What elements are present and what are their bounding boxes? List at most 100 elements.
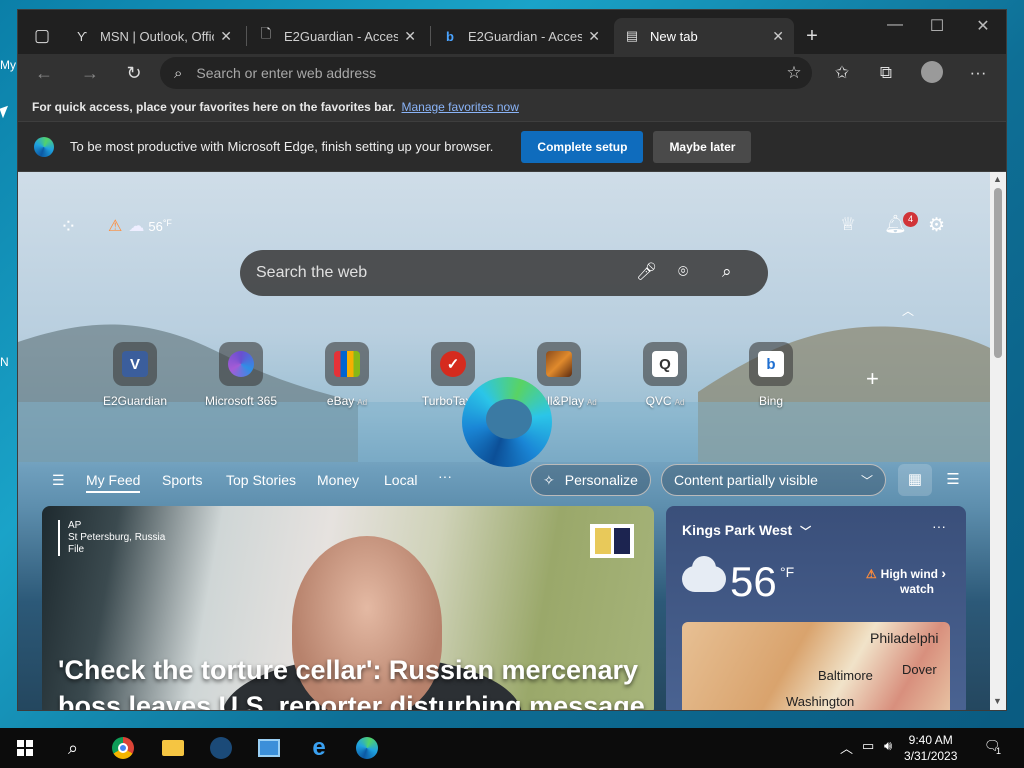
tab-actions-icon[interactable]: ▢ xyxy=(30,24,54,48)
weather-unit: °F xyxy=(780,564,795,580)
network-icon[interactable]: ▭ xyxy=(862,738,874,754)
close-icon[interactable]: ✕ xyxy=(772,28,784,45)
mouse-cursor-icon xyxy=(0,105,12,119)
address-bar[interactable]: ⌕ Search or enter web address xyxy=(160,57,812,89)
complete-setup-button[interactable]: Complete setup xyxy=(521,130,644,163)
scrollbar-thumb[interactable] xyxy=(994,188,1002,358)
chevron-down-icon: ﹀ xyxy=(860,473,873,488)
file-explorer-icon[interactable] xyxy=(158,734,188,762)
e2guardian-icon: V xyxy=(122,351,148,377)
bing-icon: b xyxy=(758,351,784,377)
settings-gear-icon[interactable]: ⚙ xyxy=(928,214,945,237)
collapse-chevron-icon[interactable]: ︿ xyxy=(902,302,914,319)
tile-microsoft-365[interactable]: Microsoft 365 xyxy=(196,342,286,408)
navigation-toolbar: ← → ↻ ⌕ Search or enter web address ☆ ✩ … xyxy=(18,54,1006,92)
close-window-icon[interactable]: ✕ xyxy=(960,16,1006,36)
tile-ebay[interactable]: eBay Ad xyxy=(302,342,392,408)
microphone-icon[interactable]: 🎤︎ xyxy=(636,262,658,282)
back-icon[interactable]: ← xyxy=(32,61,56,85)
weather-more-icon[interactable]: ··· xyxy=(932,518,946,534)
desktop-icon-label[interactable]: My xyxy=(0,58,18,72)
wind-alert-icon: ⚠ xyxy=(108,218,123,235)
weather-alert[interactable]: ⚠ High wind › watch xyxy=(866,566,946,597)
ebay-icon xyxy=(334,351,360,377)
tab-money[interactable]: Money xyxy=(317,472,359,488)
grid-view-icon[interactable]: ▦ xyxy=(898,464,932,496)
add-favorite-icon[interactable]: ☆ xyxy=(782,61,806,85)
edge-taskbar-icon[interactable] xyxy=(352,734,382,762)
tab-strip: ▢ ϒ MSN | Outlook, Office ✕ 🗋 E2Guardian… xyxy=(18,10,1006,54)
notification-count: 1 xyxy=(996,746,1002,756)
collections-icon[interactable]: ⧉ xyxy=(874,61,898,85)
apps-grid-icon[interactable]: ⁘ xyxy=(60,214,77,239)
tile-e2guardian[interactable]: V E2Guardian xyxy=(90,342,180,408)
control-panel-icon[interactable] xyxy=(254,734,284,762)
visual-search-icon[interactable]: ⌾ xyxy=(678,262,688,282)
list-view-icon[interactable]: ☰ xyxy=(936,464,970,496)
web-search-input[interactable]: Search the web 🎤︎ ⌾ ⌕ xyxy=(240,250,768,296)
weather-location[interactable]: Kings Park West ﹀ xyxy=(682,522,811,539)
close-icon[interactable]: ✕ xyxy=(220,28,232,45)
feed-more-icon[interactable]: ··· xyxy=(438,468,452,484)
steam-icon[interactable] xyxy=(206,734,236,762)
feed-navigation: ☰ My Feed Sports Top Stories Money Local… xyxy=(18,462,990,498)
tile-qvc[interactable]: Q QVC Ad xyxy=(620,342,710,408)
setup-text: To be most productive with Microsoft Edg… xyxy=(70,139,494,154)
chrome-icon[interactable] xyxy=(108,734,138,762)
tab-sports[interactable]: Sports xyxy=(162,472,202,488)
wind-alert-icon: ⚠ xyxy=(865,567,877,581)
tab-e2guardian-2[interactable]: b E2Guardian - Access D ✕ xyxy=(432,18,610,54)
start-windows-icon[interactable] xyxy=(10,734,40,762)
weather-map[interactable]: Philadelphi Baltimore Dover Washington xyxy=(682,622,950,710)
microsoft-365-icon xyxy=(228,351,254,377)
profile-avatar[interactable] xyxy=(920,61,944,85)
desktop-icon-label[interactable]: N xyxy=(0,355,18,369)
forward-icon[interactable]: → xyxy=(78,61,102,85)
tab-local[interactable]: Local xyxy=(384,472,417,488)
chevron-down-icon: ﹀ xyxy=(800,526,812,538)
add-shortcut-icon[interactable]: + xyxy=(866,366,879,392)
tab-my-feed[interactable]: My Feed xyxy=(86,472,141,493)
feed-menu-icon[interactable]: ☰ xyxy=(52,472,65,489)
bing-icon: b xyxy=(446,28,454,44)
search-icon[interactable]: ⌕ xyxy=(58,734,88,762)
maximize-icon[interactable]: ☐ xyxy=(914,16,960,36)
new-tab-plus-icon[interactable]: + xyxy=(800,24,824,48)
content-visibility-dropdown[interactable]: Content partially visible ﹀ xyxy=(661,464,886,496)
personalize-button[interactable]: ✧ Personalize xyxy=(530,464,651,496)
setup-banner: To be most productive with Microsoft Edg… xyxy=(18,122,1006,172)
tab-new-tab[interactable]: ▤ New tab ✕ xyxy=(614,18,794,54)
clock[interactable]: 9:40 AM 3/31/2023 xyxy=(904,732,957,764)
tab-msn[interactable]: ϒ MSN | Outlook, Office ✕ xyxy=(64,18,242,54)
internet-explorer-icon[interactable]: e xyxy=(304,734,334,762)
weather-mini[interactable]: ⚠ ☁ 56 °F xyxy=(108,216,172,236)
close-icon[interactable]: ✕ xyxy=(404,28,416,45)
cloud-icon xyxy=(682,556,726,592)
manage-favorites-link[interactable]: Manage favorites now xyxy=(401,100,518,114)
new-tab-page: ⁘ ⚠ ☁ 56 °F ♕ 🔔︎ 4 ⚙ Search the web 🎤︎ ⌾… xyxy=(18,172,990,710)
maybe-later-button[interactable]: Maybe later xyxy=(653,130,752,163)
refresh-icon[interactable]: ↻ xyxy=(122,61,146,85)
tab-e2guardian-1[interactable]: 🗋 E2Guardian - Access D ✕ xyxy=(248,18,426,54)
news-headline[interactable]: 'Check the torture cellar': Russian merc… xyxy=(58,652,648,710)
turbotax-icon: ✓ xyxy=(440,351,466,377)
close-icon[interactable]: ✕ xyxy=(588,28,600,45)
favorites-bar: For quick access, place your favorites h… xyxy=(18,92,1006,122)
news-card[interactable]: AP St Petersburg, Russia File 'Check the… xyxy=(42,506,654,710)
scroll-down-icon[interactable]: ▼ xyxy=(993,696,1002,706)
more-menu-icon[interactable]: ··· xyxy=(966,61,990,85)
tab-top-stories[interactable]: Top Stories xyxy=(226,472,296,488)
page-scrollbar[interactable]: ▲ ▼ xyxy=(990,172,1006,710)
scroll-up-icon[interactable]: ▲ xyxy=(993,174,1002,184)
rewards-icon[interactable]: ♕ xyxy=(840,214,856,235)
msn-icon: ϒ xyxy=(76,28,88,44)
cloud-icon: ☁ xyxy=(128,218,145,235)
favorites-icon[interactable]: ✩ xyxy=(830,61,854,85)
minimize-icon[interactable]: — xyxy=(872,16,918,34)
tray-chevron-icon[interactable]: ︿ xyxy=(840,738,853,757)
volume-icon[interactable]: 🔊︎ xyxy=(884,738,892,754)
tile-bing[interactable]: b Bing xyxy=(726,342,816,408)
weather-card[interactable]: Kings Park West ﹀ ··· 56 °F ⚠ High wind ›… xyxy=(666,506,966,710)
edge-logo-icon xyxy=(462,377,552,467)
search-icon[interactable]: ⌕ xyxy=(722,262,732,282)
